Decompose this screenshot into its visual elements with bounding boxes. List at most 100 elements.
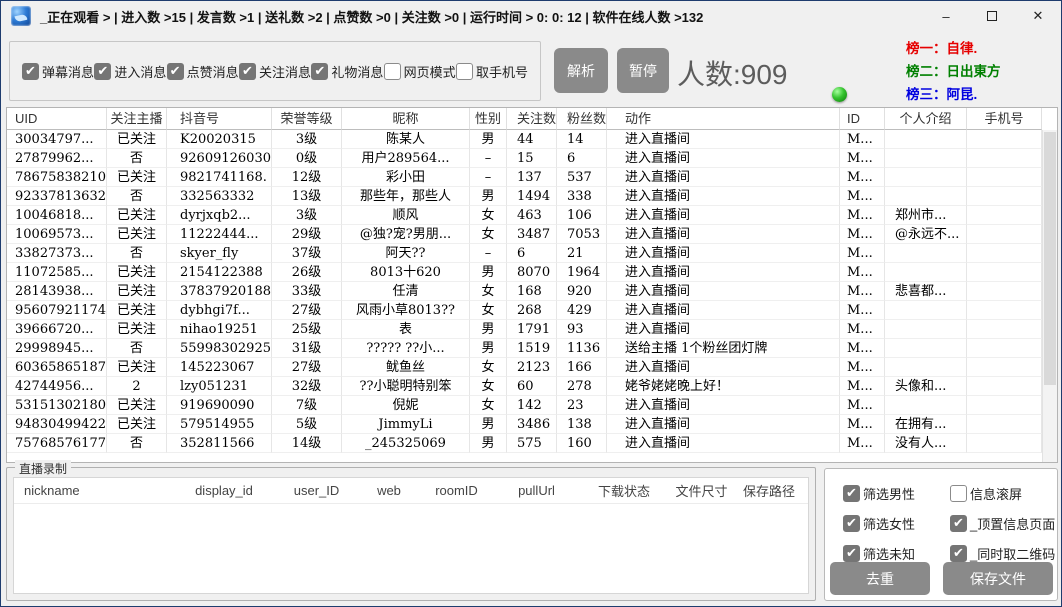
rank-list: 榜一：自律.榜二：日出東方榜三：阿昆. [906, 37, 1056, 106]
cell-fans: 93 [557, 320, 607, 339]
table-row[interactable]: 60365865187已关注14522306727级鱿鱼丝女2123166进入直… [7, 358, 1057, 377]
checkbox-checked-icon[interactable] [950, 515, 967, 532]
minimize-icon[interactable]: – [923, 1, 969, 31]
table-row[interactable]: 30034797...已关注K200203153级陈某人男4414进入直播间M.… [7, 130, 1057, 149]
close-icon[interactable]: ✕ [1015, 1, 1061, 31]
header-cell-following[interactable]: 关注数 [507, 108, 557, 130]
checkbox-unchecked-icon[interactable] [456, 63, 473, 80]
cell-uid: 10046818... [7, 206, 107, 225]
header-cell-honor_level[interactable]: 荣誉等级 [272, 108, 342, 130]
cell-gender: 男 [470, 339, 507, 358]
cell-action: 进入直播间 [607, 415, 840, 434]
table-row[interactable]: 27879962...否926091260300级用户289564...–156… [7, 149, 1057, 168]
table-row[interactable]: 53151302180已关注9196900907级倪妮女14223进入直播间M.… [7, 396, 1057, 415]
message-filter-checkbox-2[interactable]: 点赞消息 [167, 62, 239, 81]
checkbox-checked-icon[interactable] [843, 485, 860, 502]
filter-checkbox-left-1-label: 筛选女性 [863, 514, 915, 533]
message-filter-checkbox-3-label: 关注消息 [259, 62, 311, 81]
filter-checkbox-right-2[interactable]: _同时取二维码 [950, 544, 1055, 563]
message-filter-checkbox-4[interactable]: 礼物消息 [311, 62, 383, 81]
header-cell-intro[interactable]: 个人介绍 [885, 108, 967, 130]
cell-id: M... [840, 339, 885, 358]
checkbox-unchecked-icon[interactable] [384, 63, 401, 80]
table-row[interactable]: 39666720...已关注nihao1925125级表男179193进入直播间… [7, 320, 1057, 339]
header-cell-nickname[interactable]: 昵称 [342, 108, 470, 130]
cell-followed: 已关注 [107, 396, 167, 415]
table-row[interactable]: 78675838210已关注9821741168.12级彩小田–137537进入… [7, 168, 1057, 187]
cell-intro: 郑州市... [885, 206, 967, 225]
cell-intro [885, 130, 967, 149]
table-row[interactable]: 10046818...已关注dyrjxqb2...3级顺风女463106进入直播… [7, 206, 1057, 225]
cell-nickname: ????? ??小... [342, 339, 470, 358]
message-filter-checkbox-3[interactable]: 关注消息 [239, 62, 311, 81]
checkbox-checked-icon[interactable] [843, 515, 860, 532]
dedupe-button[interactable]: 去重 [830, 562, 930, 595]
table-row[interactable]: 11072585...已关注215412238826级8013十620男8070… [7, 263, 1057, 282]
table-row[interactable]: 29998945...否5599830292531级????? ??小...男1… [7, 339, 1057, 358]
cell-nickname: 倪妮 [342, 396, 470, 415]
cell-uid: 10069573... [7, 225, 107, 244]
table-row[interactable]: 75768576177否35281156614级_245325069男57516… [7, 434, 1057, 453]
filter-checkbox-right-0[interactable]: 信息滚屏 [950, 484, 1022, 503]
table-row[interactable]: 28143938...已关注3783792018833级任清女168920进入直… [7, 282, 1057, 301]
checkbox-checked-icon[interactable] [22, 63, 39, 80]
cell-action: 进入直播间 [607, 225, 840, 244]
app-icon [11, 6, 31, 26]
checkbox-unchecked-icon[interactable] [950, 485, 967, 502]
cell-uid: 30034797... [7, 130, 107, 149]
header-cell-phone[interactable]: 手机号 [967, 108, 1042, 130]
cell-fans: 23 [557, 396, 607, 415]
cell-following: 142 [507, 396, 557, 415]
scrollbar-thumb[interactable] [1044, 132, 1056, 385]
pause-button[interactable]: 暂停 [617, 48, 669, 93]
header-cell-gender[interactable]: 性别 [470, 108, 507, 130]
header-cell-douyin_id[interactable]: 抖音号 [167, 108, 272, 130]
cell-phone [967, 396, 1042, 415]
cell-douyin_id: nihao19251 [167, 320, 272, 339]
checkbox-checked-icon[interactable] [311, 63, 328, 80]
table-row[interactable]: 94830499422已关注5795149555级JimmyLi男3486138… [7, 415, 1057, 434]
cell-following: 15 [507, 149, 557, 168]
cell-followed: 否 [107, 244, 167, 263]
header-cell-followed[interactable]: 关注主播 [107, 108, 167, 130]
viewer-table-header-row: UID关注主播抖音号荣誉等级昵称性别关注数粉丝数动作ID个人介绍手机号 [7, 108, 1057, 130]
table-row[interactable]: 92337813632否33256333213级那些年，那些人男1494338进… [7, 187, 1057, 206]
header-cell-uid[interactable]: UID [7, 108, 107, 130]
checkbox-checked-icon[interactable] [167, 63, 184, 80]
checkbox-checked-icon[interactable] [239, 63, 256, 80]
checkbox-checked-icon[interactable] [950, 545, 967, 562]
filter-checkbox-left-2[interactable]: 筛选未知 [843, 544, 915, 563]
cell-uid: 39666720... [7, 320, 107, 339]
table-row[interactable]: 95607921174已关注dybhgi7f...27级风雨小草8013??女2… [7, 301, 1057, 320]
save-file-button[interactable]: 保存文件 [943, 562, 1053, 595]
parse-button[interactable]: 解析 [554, 48, 608, 93]
table-row[interactable]: 42744956...2lzy05123132级??小聪明特别笨女60278姥爷… [7, 377, 1057, 396]
filter-checkbox-left-0[interactable]: 筛选男性 [843, 484, 915, 503]
filter-checkbox-left-1[interactable]: 筛选女性 [843, 514, 915, 533]
table-scrollbar[interactable] [1042, 130, 1057, 462]
message-filter-checkbox-1[interactable]: 进入消息 [94, 62, 166, 81]
filter-checkbox-right-1[interactable]: _顶置信息页面 [950, 514, 1055, 533]
cell-id: M... [840, 263, 885, 282]
message-filter-checkbox-0-label: 弹幕消息 [42, 62, 94, 81]
message-filter-checkbox-0[interactable]: 弹幕消息 [22, 62, 94, 81]
checkbox-checked-icon[interactable] [843, 545, 860, 562]
header-cell-id[interactable]: ID [840, 108, 885, 130]
table-row[interactable]: 33827373...否skyer_fly37级阿天??–621进入直播间M..… [7, 244, 1057, 263]
cell-phone [967, 130, 1042, 149]
cell-nickname: 任清 [342, 282, 470, 301]
cell-following: 2123 [507, 358, 557, 377]
checkbox-checked-icon[interactable] [94, 63, 111, 80]
cell-phone [967, 377, 1042, 396]
cell-action: 进入直播间 [607, 244, 840, 263]
cell-honor_level: 13级 [272, 187, 342, 206]
header-cell-fans[interactable]: 粉丝数 [557, 108, 607, 130]
table-row[interactable]: 10069573...已关注11222444...29级@独?宠?男朋...女3… [7, 225, 1057, 244]
message-filter-checkbox-6[interactable]: 取手机号 [456, 62, 528, 81]
cell-action: 进入直播间 [607, 130, 840, 149]
maximize-icon[interactable] [969, 1, 1015, 31]
header-cell-action[interactable]: 动作 [607, 108, 840, 130]
message-filter-checkbox-5[interactable]: 网页模式 [384, 62, 456, 81]
cell-phone [967, 434, 1042, 453]
cell-followed: 否 [107, 339, 167, 358]
